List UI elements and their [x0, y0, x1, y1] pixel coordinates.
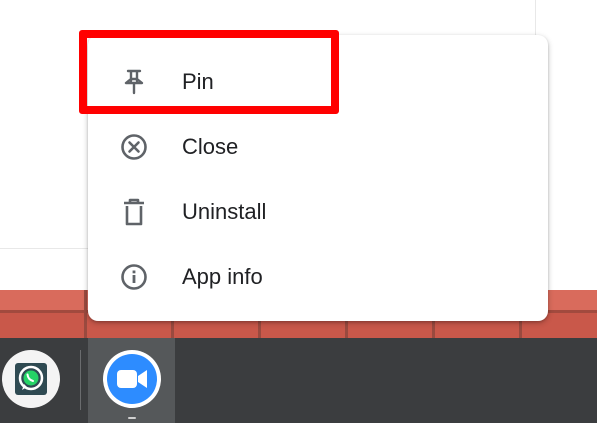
menu-item-label: Close [182, 134, 239, 159]
shelf-app-whatsapp[interactable] [0, 338, 65, 423]
whatsapp-icon [2, 350, 60, 408]
running-indicator [128, 417, 136, 419]
shelf-divider [80, 350, 81, 410]
highlight-box [79, 30, 339, 114]
menu-item-label: App info [182, 264, 263, 289]
menu-item-close[interactable]: Close [88, 116, 548, 176]
zoom-video-icon [103, 350, 161, 408]
shelf-app-zoom[interactable] [88, 338, 175, 423]
trash-icon [118, 196, 150, 228]
close-circle-icon [118, 131, 150, 163]
shelf [0, 338, 597, 423]
info-icon [118, 261, 150, 293]
menu-item-uninstall[interactable]: Uninstall [88, 181, 548, 241]
menu-item-app-info[interactable]: App info [88, 246, 548, 306]
menu-item-label: Uninstall [182, 199, 267, 224]
